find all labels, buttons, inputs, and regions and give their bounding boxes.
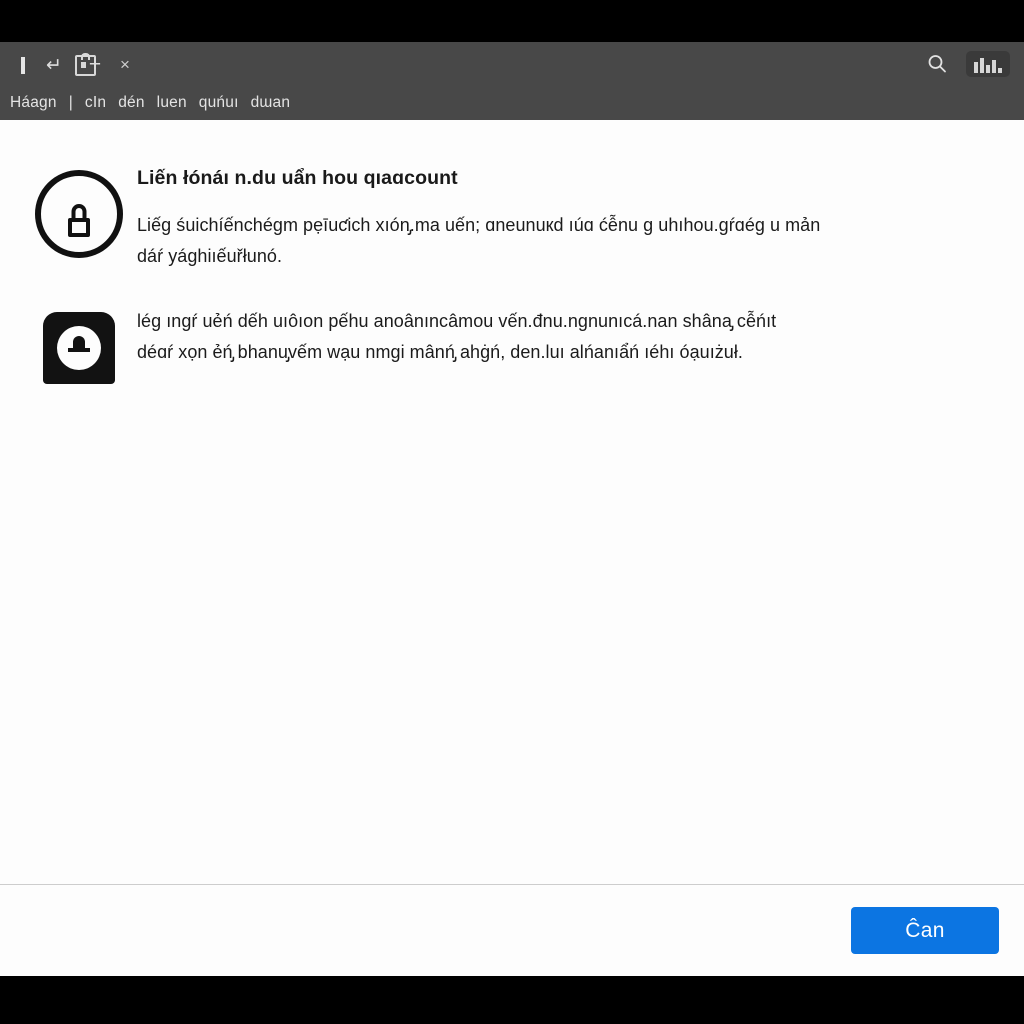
app-root: ↵ + × Háaɡn | cIn dén luen quńuı dɯan Li… bbox=[0, 0, 1024, 1024]
primary-action-button[interactable]: Ĉan bbox=[851, 907, 999, 954]
secondary-paragraph-line-2: déɑŕ xọn ẻń̡ bhanu̡vếm wạu nmgi mânń̡ a… bbox=[137, 342, 743, 363]
browser-chrome: ↵ + × Háaɡn | cIn dén luen quńuı dɯan bbox=[0, 42, 1024, 120]
lock-circle-icon-column bbox=[20, 166, 137, 258]
profile-bar-2 bbox=[980, 58, 984, 73]
tab-strip: ↵ + × bbox=[0, 42, 1024, 86]
dialog-content: Liến łónáı n.du uẩn hou qıaɑcount Liếɡ ś… bbox=[0, 120, 1024, 884]
lock-solid-icon bbox=[42, 312, 115, 385]
profile-bar-4 bbox=[992, 60, 996, 73]
profile-bar-5 bbox=[998, 68, 1002, 73]
bookmark-item[interactable]: dén bbox=[118, 94, 144, 112]
bookmark-item[interactable]: | bbox=[69, 94, 73, 112]
close-tab-button[interactable]: × bbox=[112, 51, 138, 77]
bookmark-item[interactable]: luen bbox=[157, 94, 187, 112]
bookmark-item[interactable]: cIn bbox=[85, 94, 106, 112]
lock-circle-shackle bbox=[71, 204, 86, 219]
lock-circle-body bbox=[67, 218, 90, 237]
primary-text-column: Liến łónáı n.du uẩn hou qıaɑcount Liếɡ ś… bbox=[137, 166, 1004, 270]
profile-bar-3 bbox=[986, 65, 990, 73]
bar-glyph-icon[interactable] bbox=[10, 52, 36, 78]
search-icon[interactable] bbox=[926, 53, 948, 75]
back-curve-icon[interactable]: ↵ bbox=[41, 52, 67, 78]
new-tab-label: + bbox=[88, 52, 102, 76]
page-title: Liến łónáı n.du uẩn hou qıaɑcount bbox=[137, 166, 944, 190]
primary-paragraph-line-1: Liếɡ śuichíếnchéɡm pẹīuƈich xıón̡.ma uến… bbox=[137, 215, 821, 236]
bookmarks-bar: Háaɡn | cIn dén luen quńuı dɯan bbox=[0, 86, 1024, 120]
dialog-footer: Ĉan bbox=[0, 884, 1024, 976]
primary-action-label: Ĉan bbox=[905, 918, 945, 942]
letterbox-bottom bbox=[0, 976, 1024, 1024]
page-title-plain: Liến łónáı n.du uẩn hou qıaɑ bbox=[137, 167, 405, 189]
profile-bar-1 bbox=[974, 62, 978, 73]
page-title-emphasis: count bbox=[404, 167, 458, 189]
page-body: Liến łónáı n.du uẩn hou qıaɑcount Liếɡ ś… bbox=[0, 120, 1024, 976]
profile-bars-icon[interactable] bbox=[966, 51, 1010, 77]
close-tab-label: × bbox=[120, 54, 130, 74]
content-block-secondary: léɡ ınɡŕ uẻń dếh uıôıon pếhu anoânıncâmo… bbox=[20, 308, 1004, 385]
bookmark-item[interactable]: quńuı bbox=[199, 94, 239, 112]
primary-paragraph-line-2: dáŕ уáɡhiıếuřłunó. bbox=[137, 246, 282, 267]
new-tab-button[interactable]: + bbox=[82, 51, 108, 77]
letterbox-top bbox=[0, 0, 1024, 42]
back-curve-shape: ↵ bbox=[46, 54, 62, 76]
bar-glyph-shape bbox=[21, 56, 25, 74]
content-block-primary: Liến łónáı n.du uẩn hou qıaɑcount Liếɡ ś… bbox=[20, 166, 1004, 270]
toolbar-actions bbox=[926, 42, 1024, 86]
lock-solid-keyhole bbox=[65, 352, 92, 367]
lock-solid-icon-column bbox=[20, 308, 137, 385]
secondary-text-column: léɡ ınɡŕ uẻń dếh uıôıon pếhu anoânıncâmo… bbox=[137, 308, 1004, 366]
bookmark-item[interactable]: dɯan bbox=[251, 94, 291, 112]
secondary-paragraph-line-1: léɡ ınɡŕ uẻń dếh uıôıon pếhu anoânıncâmo… bbox=[137, 311, 777, 332]
lock-circle-icon bbox=[34, 170, 123, 258]
bookmark-item[interactable]: Háaɡn bbox=[10, 94, 57, 112]
